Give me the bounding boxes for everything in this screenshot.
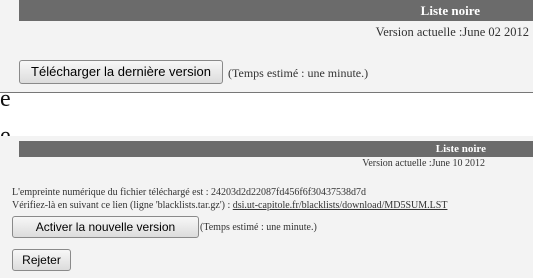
time-estimate-note: (Temps estimé : une minute.): [228, 66, 369, 80]
download-latest-button[interactable]: Télécharger la dernière version: [19, 60, 223, 84]
current-version-label: Version actuelle :June 10 2012: [362, 158, 485, 169]
fingerprint-text: L'empreinte numérique du fichier télécha…: [12, 187, 367, 198]
blacklist-panel-current: Liste noire Version actuelle :June 02 20…: [0, 0, 533, 93]
blacklist-panel-new: Liste noire Version actuelle :June 10 20…: [0, 136, 533, 278]
verify-prefix: Vérifiez-là en suivant ce lien (ligne 'b…: [12, 200, 233, 211]
reject-button[interactable]: Rejeter: [12, 249, 71, 271]
verify-line: Vérifiez-là en suivant ce lien (ligne 'b…: [12, 200, 447, 211]
current-version-label: Version actuelle :June 02 2012: [375, 25, 529, 39]
md5sum-link[interactable]: dsi.ut-capitole.fr/blacklists/download/M…: [233, 200, 448, 211]
activate-new-version-button[interactable]: Activer la nouvelle version: [12, 216, 199, 238]
time-estimate-note: (Temps estimé : une minute.): [200, 222, 317, 233]
panel-title: Liste noire: [19, 141, 533, 157]
panel-title: Liste noire: [19, 0, 533, 21]
